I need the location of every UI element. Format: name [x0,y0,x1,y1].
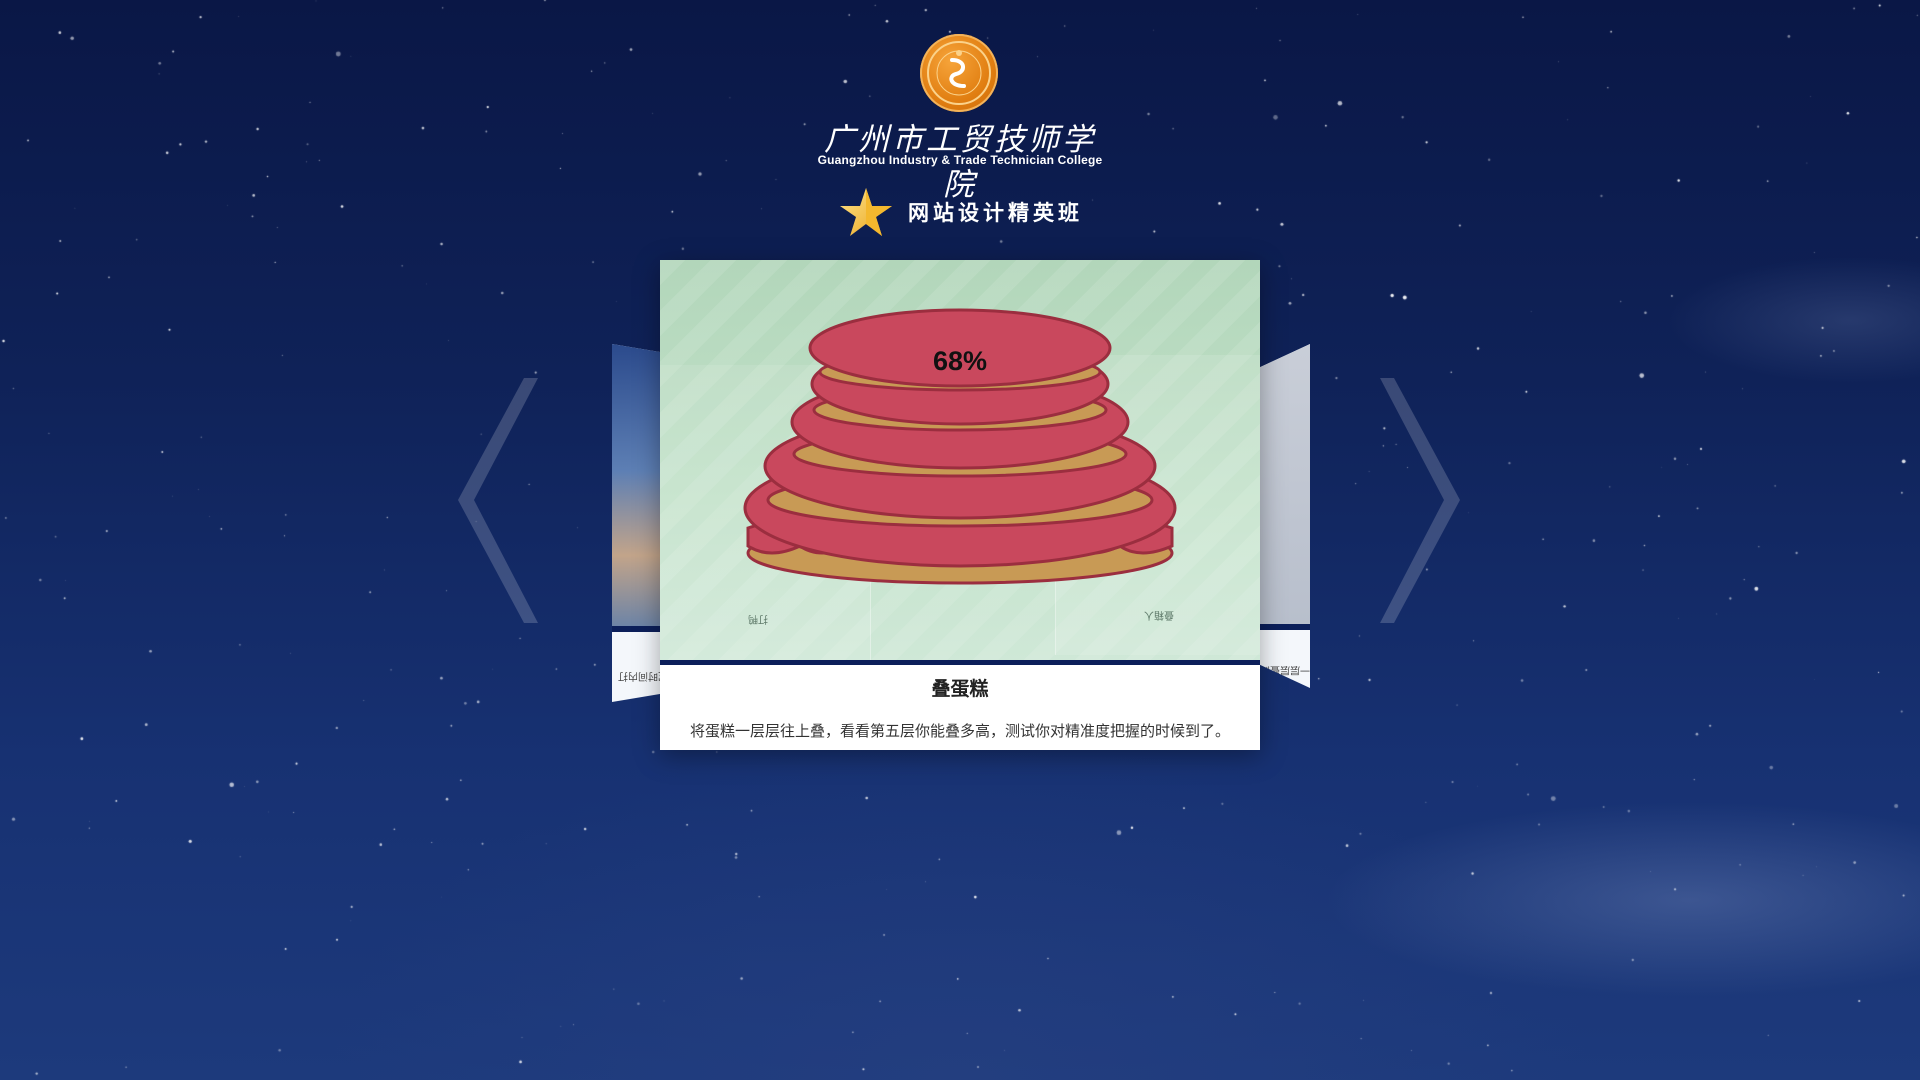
card-right-screenshot [1258,344,1310,624]
college-name-english: Guangzhou Industry & Trade Technician Co… [817,153,1103,167]
card-right-band [1258,624,1310,630]
star-icon [840,188,892,236]
game-description: 将蛋糕一层层往上叠，看看第五层你能叠多高，测试你对精准度把握的时候到了。 [689,722,1230,740]
game-screenshot: 打鸭 叠箱人 68% [660,260,1260,660]
carousel-card-right[interactable]: 叠箱子，一层层叠高 [1258,344,1310,688]
chevron-left-icon [458,378,538,623]
layered-cake-icon [743,308,1177,585]
chevron-right-icon [1380,378,1460,623]
card-band [660,660,1260,665]
carousel-prev-button[interactable] [458,378,538,623]
college-emblem-icon [927,41,991,105]
game-title: 叠蛋糕 [931,678,989,700]
class-title: 网站设计精英班 [908,200,1083,225]
college-logo-badge [920,34,998,112]
height-percentage: 68% [932,346,988,376]
carousel-next-button[interactable] [1380,378,1460,623]
carousel-card-active[interactable]: 打鸭 叠箱人 68% 叠蛋糕 将蛋糕一层层往上叠，看看第五层你能叠多高，测试你对… [660,260,1260,750]
